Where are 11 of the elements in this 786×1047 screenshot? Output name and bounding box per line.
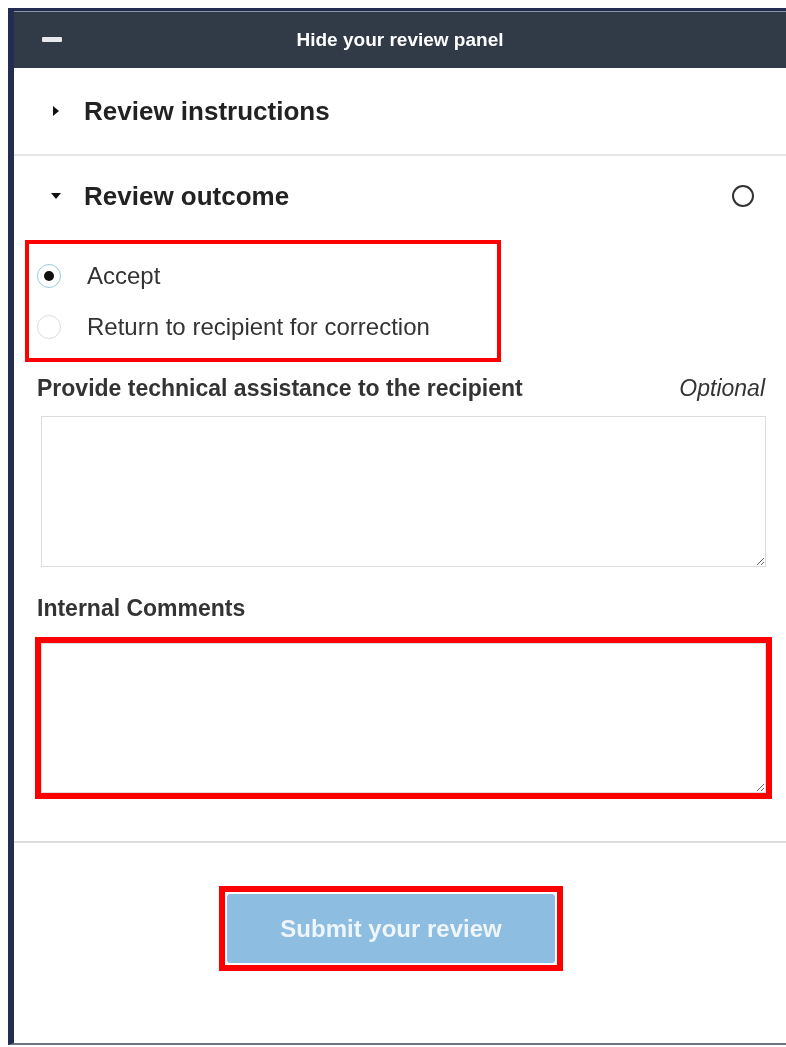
radio-label[interactable]: Return to recipient for correction	[87, 312, 430, 341]
radio-button[interactable]	[37, 263, 61, 288]
optional-note: Optional	[679, 374, 765, 402]
field-label: Provide technical assistance to the recipient	[37, 374, 524, 402]
section-title[interactable]: Review instructions	[84, 95, 754, 127]
radio-label[interactable]: Accept	[87, 261, 161, 290]
field-label: Internal Comments	[37, 594, 247, 622]
comment-field[interactable]	[41, 416, 766, 567]
section-title[interactable]: Review outcome	[84, 180, 732, 212]
minimize-icon[interactable]	[42, 37, 62, 42]
radio-button[interactable]	[37, 314, 61, 339]
